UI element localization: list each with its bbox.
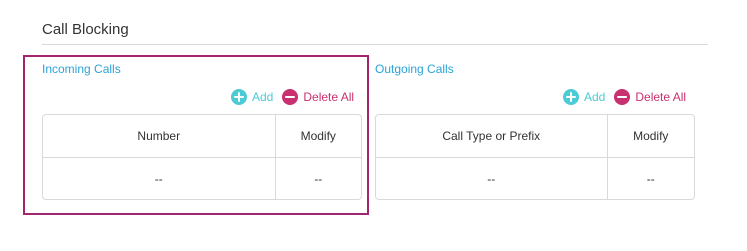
- plus-circle-icon: [231, 89, 247, 105]
- outgoing-delete-all-label: Delete All: [635, 90, 687, 104]
- plus-circle-icon: [563, 89, 579, 105]
- incoming-cell-modify: --: [314, 171, 323, 186]
- table-row: -- --: [376, 157, 694, 199]
- incoming-calls-table: Number Modify -- --: [42, 114, 362, 200]
- incoming-col-number: Number: [43, 115, 276, 158]
- outgoing-add-button[interactable]: Add: [563, 89, 605, 105]
- section-title: Call Blocking: [42, 21, 129, 38]
- incoming-action-bar: Add Delete All: [231, 87, 354, 107]
- outgoing-action-bar: Add Delete All: [563, 87, 686, 107]
- minus-circle-icon: [614, 89, 631, 105]
- outgoing-delete-all-button[interactable]: Delete All: [614, 89, 686, 105]
- outgoing-col-modify: Modify: [607, 115, 694, 158]
- outgoing-calls-title: Outgoing Calls: [375, 62, 454, 76]
- incoming-col-modify: Modify: [275, 115, 361, 158]
- table-row: -- --: [43, 157, 361, 199]
- incoming-delete-all-label: Delete All: [303, 90, 355, 104]
- incoming-calls-title: Incoming Calls: [42, 62, 121, 76]
- outgoing-col-call-type: Call Type or Prefix: [376, 115, 608, 158]
- outgoing-cell-call-type: --: [376, 157, 608, 199]
- minus-circle-icon: [282, 89, 299, 105]
- incoming-table-header: Number Modify: [43, 115, 361, 158]
- incoming-delete-all-button[interactable]: Delete All: [282, 89, 354, 105]
- incoming-add-label: Add: [252, 90, 274, 104]
- outgoing-cell-modify: --: [646, 171, 655, 186]
- incoming-cell-number: --: [43, 157, 276, 199]
- section-divider: [42, 44, 708, 45]
- outgoing-add-label: Add: [584, 90, 606, 104]
- outgoing-table-header: Call Type or Prefix Modify: [376, 115, 694, 158]
- incoming-add-button[interactable]: Add: [231, 89, 273, 105]
- outgoing-calls-table: Call Type or Prefix Modify -- --: [375, 114, 695, 200]
